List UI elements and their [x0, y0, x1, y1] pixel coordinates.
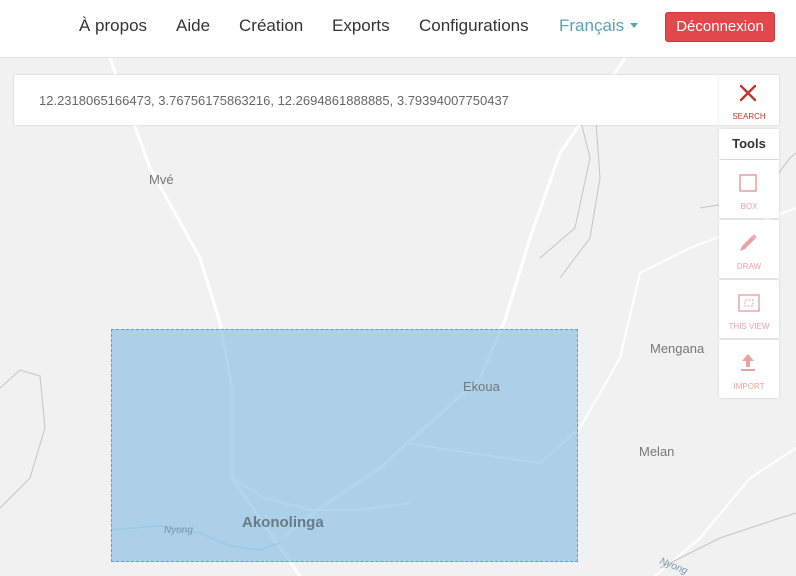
caret-down-icon [630, 23, 639, 29]
box-tool-button[interactable]: BOX [719, 160, 779, 218]
upload-icon [741, 354, 755, 371]
place-label-akonolinga: Akonolinga [242, 514, 324, 531]
search-label: SEARCH [732, 112, 766, 121]
nav-link-help[interactable]: Aide [176, 16, 210, 36]
nav-link-create[interactable]: Création [239, 16, 303, 36]
river-label-nyong: Nyong [164, 525, 193, 536]
map-canvas[interactable]: Mvé Mengana Ekoua Melan Akonolinga Nyong… [0, 58, 796, 576]
import-tool-label: IMPORT [733, 382, 765, 391]
nav-link-configurations[interactable]: Configurations [419, 16, 529, 36]
language-dropdown[interactable]: Français [559, 16, 639, 36]
tools-header: Tools [719, 129, 779, 159]
coordinates-field[interactable]: 12.2318065166473, 3.76756175863216, 12.2… [14, 75, 719, 125]
nav-link-exports[interactable]: Exports [332, 16, 390, 36]
this-view-tool-label: THIS VIEW [728, 322, 770, 331]
place-label-mve: Mvé [149, 172, 174, 187]
logout-button[interactable]: Déconnexion [665, 12, 775, 42]
square-icon [739, 174, 757, 192]
close-icon [739, 84, 757, 102]
import-tool-button[interactable]: IMPORT [719, 340, 779, 398]
view-frame-icon [738, 294, 760, 312]
top-navbar: À propos Aide Création Exports Configura… [0, 0, 796, 58]
this-view-tool-button[interactable]: THIS VIEW [719, 280, 779, 338]
pencil-icon [740, 234, 757, 251]
language-label: Français [559, 16, 625, 35]
draw-tool-label: DRAW [736, 262, 762, 271]
search-clear-button[interactable]: SEARCH [719, 75, 779, 125]
coordinates-value: 12.2318065166473, 3.76756175863216, 12.2… [39, 93, 509, 108]
nav-link-about[interactable]: À propos [79, 16, 147, 36]
place-label-melan: Melan [639, 444, 675, 459]
place-label-mengana: Mengana [650, 341, 705, 356]
draw-tool-button[interactable]: DRAW [719, 220, 779, 278]
box-tool-label: BOX [740, 202, 758, 211]
place-label-ekoua: Ekoua [463, 379, 500, 394]
